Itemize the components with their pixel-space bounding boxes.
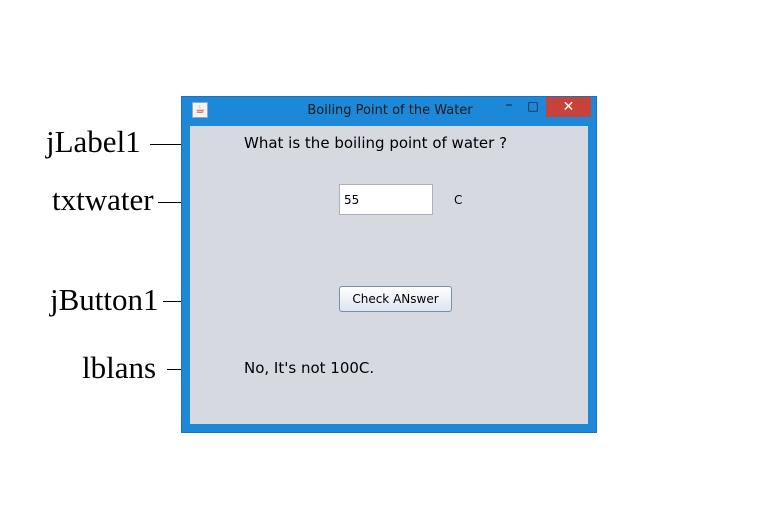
annotation-lblans: lblans	[82, 350, 157, 385]
close-button[interactable]: ✕	[546, 97, 591, 117]
annotation-jlabel1: jLabel1	[46, 124, 141, 159]
question-label: What is the boiling point of water ?	[244, 134, 508, 152]
annotation-jbutton1: jButton1	[50, 282, 159, 317]
annotation-txtwater: txtwater	[52, 182, 154, 217]
water-input[interactable]	[339, 184, 433, 215]
content-pane: What is the boiling point of water ? C C…	[190, 126, 588, 424]
minimize-button[interactable]: –	[500, 98, 518, 115]
app-window: ☕ Boiling Point of the Water – □ ✕ What …	[181, 96, 597, 433]
title-bar[interactable]: ☕ Boiling Point of the Water – □ ✕	[182, 97, 596, 125]
maximize-button[interactable]: □	[524, 99, 542, 115]
check-answer-button[interactable]: Check ANswer	[339, 286, 452, 312]
answer-label: No, It's not 100C.	[244, 359, 375, 377]
unit-label: C	[454, 193, 463, 207]
